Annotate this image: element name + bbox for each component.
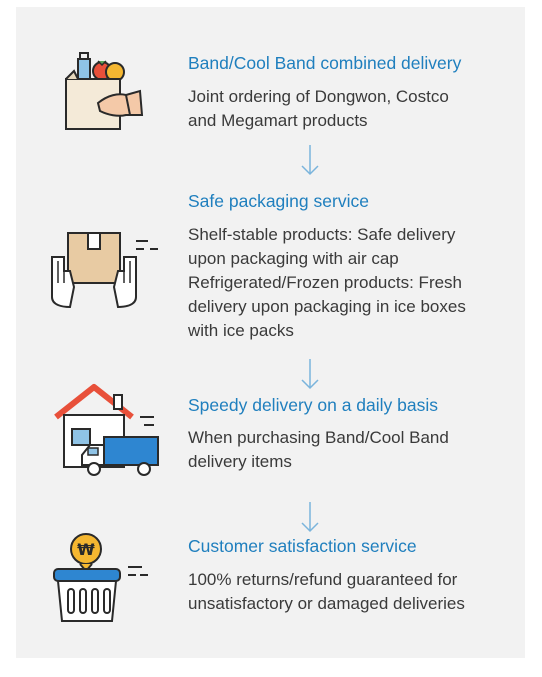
description-line: When purchasing Band/Cool Band <box>188 428 449 447</box>
service-description: Shelf-stable products: Safe delivery upo… <box>188 223 508 343</box>
description-line: Shelf-stable products: Safe delivery <box>188 225 456 244</box>
description-line: Joint ordering of Dongwon, Costco <box>188 87 449 106</box>
description-line: and Megamart products <box>188 111 368 130</box>
package-hands-icon <box>51 232 158 309</box>
service-title: Band/Cool Band combined delivery <box>188 53 462 73</box>
service-description: 100% returns/refund guaranteed for unsat… <box>188 568 508 616</box>
down-arrow-icon <box>301 359 319 390</box>
house-truck-icon <box>54 384 159 476</box>
coin-symbol: ₩ <box>77 540 95 559</box>
down-arrow-icon <box>301 145 319 176</box>
description-line: unsatisfactory or damaged deliveries <box>188 594 465 613</box>
service-title: Safe packaging service <box>188 191 369 211</box>
description-line: upon packaging with air cap <box>188 249 399 268</box>
down-arrow-icon <box>301 502 319 533</box>
description-line: delivery items <box>188 452 292 471</box>
service-description: When purchasing Band/Cool Band delivery … <box>188 426 508 474</box>
description-line: 100% returns/refund guaranteed for <box>188 570 458 589</box>
service-title: Customer satisfaction service <box>188 536 417 556</box>
description-line: delivery upon packaging in ice boxes <box>188 297 466 316</box>
services-panel: Band/Cool Band combined delivery Joint o… <box>16 7 525 658</box>
grocery-bag-icon <box>65 52 144 130</box>
service-description: Joint ordering of Dongwon, Costco and Me… <box>188 85 508 133</box>
basket-coin-icon: ₩ <box>53 533 148 622</box>
service-title: Speedy delivery on a daily basis <box>188 395 439 415</box>
description-line: with ice packs <box>188 321 294 340</box>
description-line: Refrigerated/Frozen products: Fresh <box>188 273 463 292</box>
